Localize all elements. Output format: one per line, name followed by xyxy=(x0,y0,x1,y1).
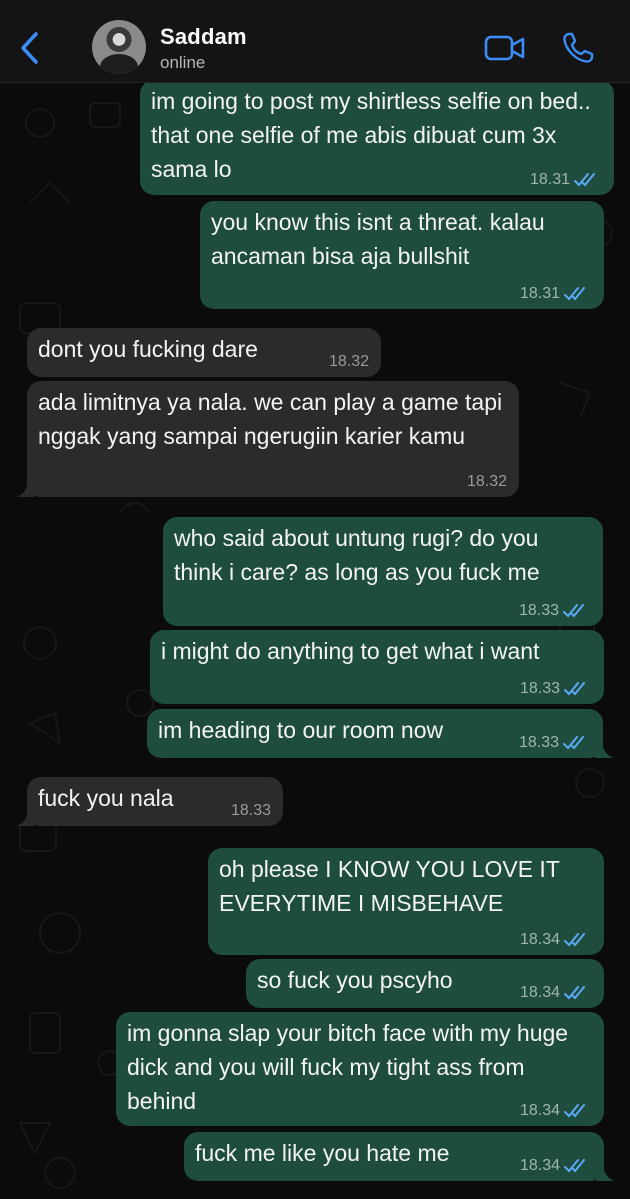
message-text: who said about untung rugi? do you think… xyxy=(174,525,540,585)
message-bubble-outgoing[interactable]: who said about untung rugi? do you think… xyxy=(163,517,603,626)
message-bubble-outgoing[interactable]: i might do anything to get what i want 1… xyxy=(150,630,604,704)
message-time: 18.33 xyxy=(518,602,559,619)
message-bubble-outgoing[interactable]: im going to post my shirtless selfie on … xyxy=(140,83,614,195)
conversation-area[interactable]: im going to post my shirtless selfie on … xyxy=(0,83,630,1199)
message-text: i might do anything to get what i want xyxy=(161,638,540,664)
message-bubble-incoming[interactable]: fuck you nala 18.33 xyxy=(17,777,283,826)
message-time: 18.31 xyxy=(529,171,570,188)
message-text: dont you fucking dare xyxy=(38,336,258,362)
bubble-tail xyxy=(17,479,35,497)
message-bubble-outgoing[interactable]: you know this isnt a threat. kalau ancam… xyxy=(200,201,604,309)
message-text: oh please I KNOW YOU LOVE IT EVERYTIME I… xyxy=(219,856,560,916)
message-bubble-outgoing[interactable]: fuck me like you hate me 18.34 xyxy=(184,1132,614,1181)
contact-name[interactable]: Saddam xyxy=(160,24,247,50)
contact-status: online xyxy=(160,53,206,72)
phone-icon[interactable] xyxy=(560,30,596,66)
message-time: 18.34 xyxy=(519,931,560,948)
message-bubble-outgoing[interactable]: oh please I KNOW YOU LOVE IT EVERYTIME I… xyxy=(208,848,604,955)
read-double-check-icon xyxy=(563,604,584,618)
message-bubble-incoming[interactable]: ada limitnya ya nala. we can play a game… xyxy=(17,381,519,497)
message-time: 18.33 xyxy=(230,802,271,819)
message-time: 18.33 xyxy=(519,680,560,697)
read-double-check-icon xyxy=(564,1159,585,1173)
message-bubble-outgoing[interactable]: im gonna slap your bitch face with my hu… xyxy=(116,1012,604,1126)
bubble-tail xyxy=(17,808,35,826)
read-double-check-icon xyxy=(564,986,585,1000)
read-double-check-icon xyxy=(564,933,585,947)
message-text: you know this isnt a threat. kalau ancam… xyxy=(211,209,545,269)
read-double-check-icon xyxy=(564,287,585,301)
read-double-check-icon xyxy=(563,736,584,750)
message-bubble-outgoing[interactable]: so fuck you pscyho 18.34 xyxy=(246,959,604,1008)
message-text: ada limitnya ya nala. we can play a game… xyxy=(38,389,503,449)
chat-header: Saddam online xyxy=(0,0,630,83)
message-bubble-incoming[interactable]: dont you fucking dare 18.32 xyxy=(27,328,381,377)
read-double-check-icon xyxy=(564,682,585,696)
bubble-tail xyxy=(596,1163,614,1181)
read-double-check-icon xyxy=(564,1104,585,1118)
message-time: 18.32 xyxy=(328,353,369,370)
read-double-check-icon xyxy=(574,173,595,187)
back-chevron-icon[interactable] xyxy=(16,30,46,66)
video-camera-icon[interactable] xyxy=(484,33,526,63)
message-time: 18.31 xyxy=(519,285,560,302)
avatar[interactable] xyxy=(92,20,146,74)
message-bubble-outgoing[interactable]: im heading to our room now 18.33 xyxy=(147,709,613,758)
message-time: 18.34 xyxy=(519,984,560,1001)
message-time: 18.32 xyxy=(466,473,507,490)
bubble-tail xyxy=(595,740,613,758)
message-time: 18.33 xyxy=(518,734,559,751)
message-time: 18.34 xyxy=(519,1102,560,1119)
message-time: 18.34 xyxy=(519,1157,560,1174)
